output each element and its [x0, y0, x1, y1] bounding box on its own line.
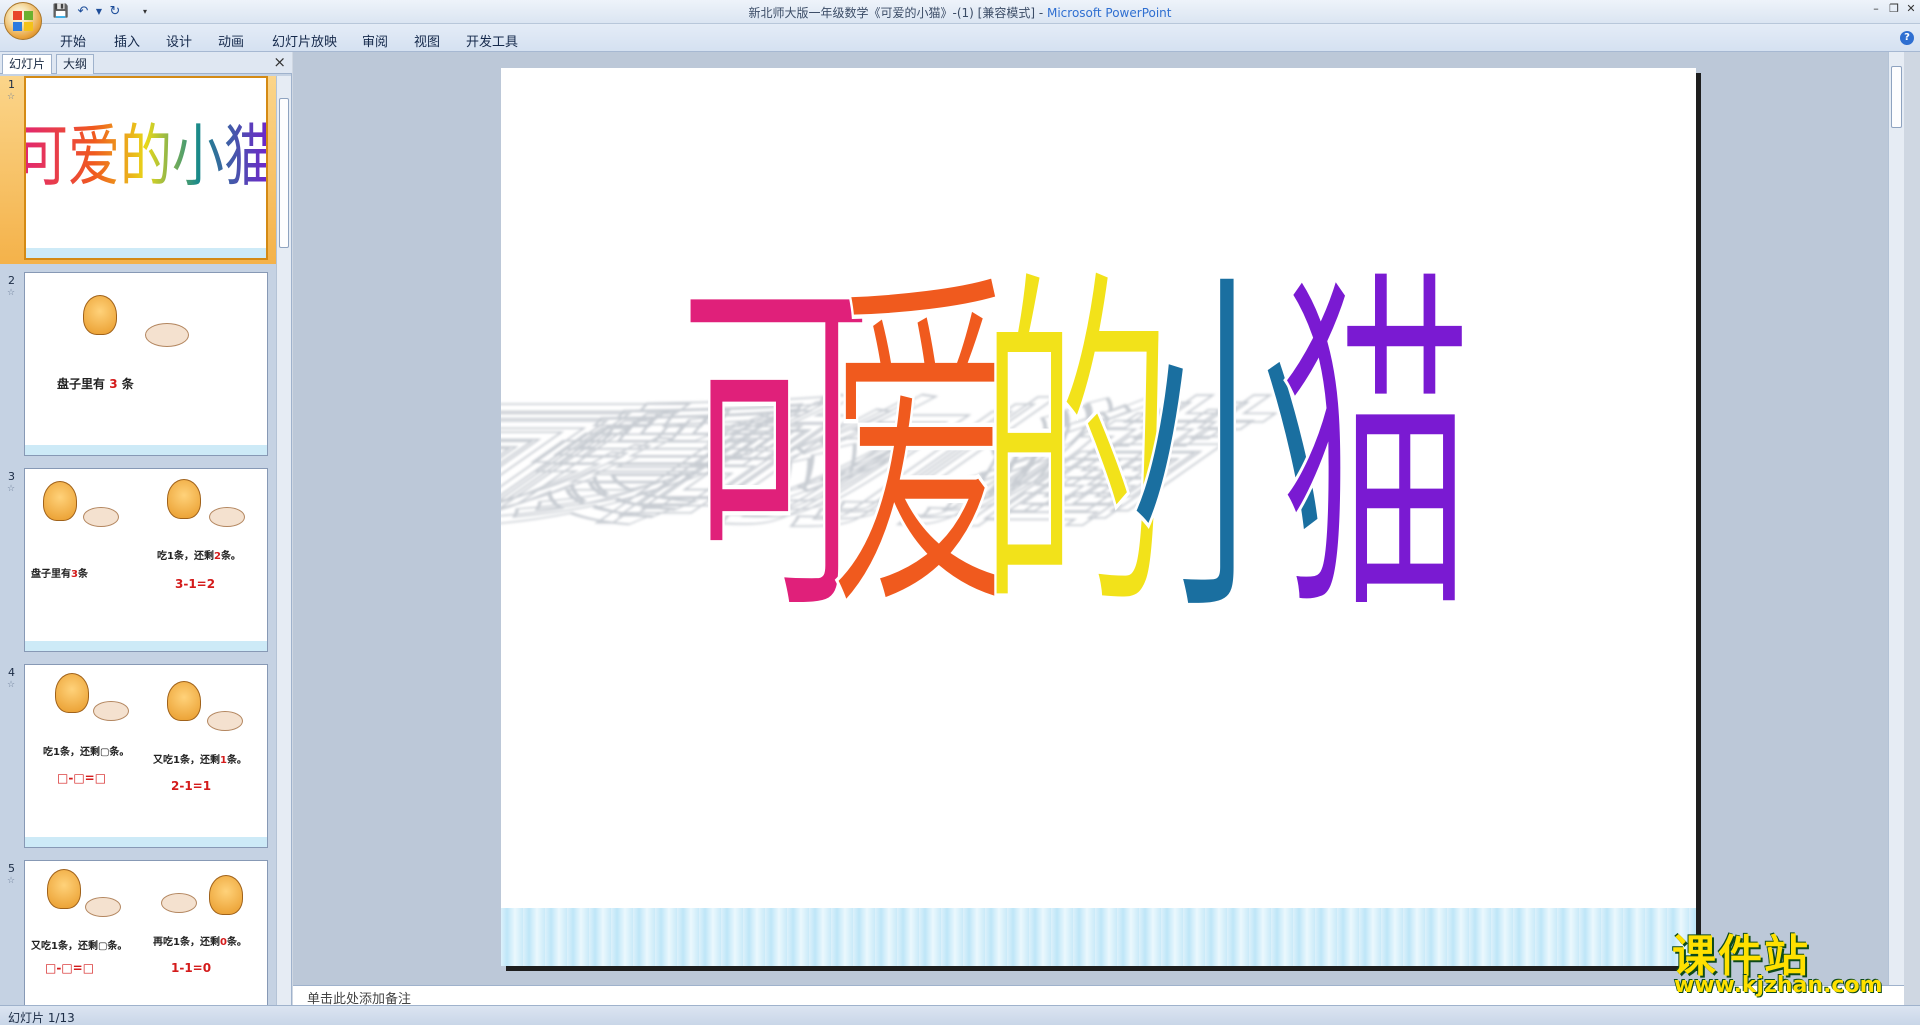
thumbnail-text: 又吃1条，还剩▢条。 — [31, 941, 128, 952]
wordart-title[interactable]: 可可可爱爱爱的的的小小小猫猫猫 可爱的小猫 — [501, 68, 1696, 966]
thumbnail-equation: 3-1=2 — [175, 577, 216, 591]
status-bar: 幻灯片 1/13 — [0, 1005, 1920, 1025]
redo-icon[interactable]: ↻ — [106, 3, 124, 21]
slide-thumbnail[interactable]: 吃1条，还剩▢条。 □-□=□ 又吃1条，还剩1条。 2-1=1 — [24, 664, 268, 848]
thumbnail-text: 又吃1条，还剩1条。 — [153, 755, 247, 766]
cat-icon — [167, 479, 201, 519]
thumbnail-item[interactable]: 3 ☆ 盘子里有3条 吃1条，还剩2条。 3-1=2 — [0, 468, 276, 656]
tab-developer[interactable]: 开发工具 — [466, 31, 518, 50]
restore-icon[interactable]: ❐ — [1886, 2, 1902, 16]
animation-star-icon: ☆ — [7, 680, 16, 690]
thumbnail-band — [25, 641, 267, 651]
thumbnail-band — [25, 445, 267, 455]
minimize-icon[interactable]: – — [1868, 2, 1884, 16]
thumbnail-title-art: 可爱的小猫 — [26, 118, 266, 196]
thumbnail-text: 盘子里有3条 — [31, 569, 88, 580]
thumbnail-text: 吃1条，还剩▢条。 — [43, 747, 130, 758]
slide-footer-band — [501, 908, 1696, 966]
fish-plate-icon — [93, 701, 129, 721]
tab-slides[interactable]: 幻灯片 — [2, 54, 53, 74]
thumbnail-band — [25, 837, 267, 847]
fish-plate-icon — [83, 507, 119, 527]
thumbnail-equation: 1-1=0 — [171, 961, 212, 975]
slide-number: 2 — [8, 274, 15, 287]
thumbnail-text: 吃1条，还剩2条。 — [157, 551, 241, 562]
thumbnail-item[interactable]: 5 ☆ 又吃1条，还剩▢条。 □-□=□ 再吃1条，还剩0条。 1-1=0 — [0, 860, 276, 1005]
animation-star-icon: ☆ — [7, 876, 16, 886]
fish-plate-icon — [209, 507, 245, 527]
thumbnail-scrollbar[interactable] — [276, 76, 291, 1005]
notes-placeholder[interactable]: 单击此处添加备注 — [307, 988, 411, 1005]
office-logo-icon — [13, 11, 33, 31]
cat-icon — [83, 295, 117, 335]
scrollbar-thumb[interactable] — [1891, 66, 1902, 128]
customize-toolbar-icon[interactable]: ▾ — [136, 3, 154, 21]
thumbnail-item[interactable]: 4 ☆ 吃1条，还剩▢条。 □-□=□ 又吃1条，还剩1条。 2-1=1 — [0, 664, 276, 852]
fish-plate-icon — [207, 711, 243, 731]
slides-pane: 幻灯片 大纲 × 1 ☆ 可爱的小猫 2 ☆ 盘子里有 3 条 3 ☆ 盘子里有… — [0, 52, 292, 1005]
office-button[interactable] — [4, 2, 42, 40]
thumbnail-item[interactable]: 1 ☆ 可爱的小猫 — [0, 76, 276, 264]
tab-outline[interactable]: 大纲 — [56, 54, 95, 74]
title-bar: 新北师大版一年级数学《可爱的小猫》-(1) [兼容模式] - Microsoft… — [0, 0, 1920, 24]
tab-insert[interactable]: 插入 — [114, 31, 140, 50]
tab-review[interactable]: 审阅 — [362, 31, 388, 50]
cat-icon — [43, 481, 77, 521]
wordart-char: 猫 — [1278, 240, 1473, 662]
save-icon[interactable]: 💾 — [52, 3, 70, 21]
slide-number: 1 — [8, 78, 15, 91]
tab-view[interactable]: 视图 — [414, 31, 440, 50]
animation-star-icon: ☆ — [7, 484, 16, 494]
fish-plate-icon — [145, 323, 189, 347]
thumbnail-item[interactable]: 2 ☆ 盘子里有 3 条 — [0, 272, 276, 460]
close-window-icon[interactable]: ✕ — [1903, 2, 1919, 16]
thumbnail-equation: □-□=□ — [45, 961, 95, 975]
powerpoint-window: 新北师大版一年级数学《可爱的小猫》-(1) [兼容模式] - Microsoft… — [0, 0, 1920, 1025]
cat-icon — [167, 681, 201, 721]
fish-plate-icon — [85, 897, 121, 917]
watermark-url: www.kjzhan.com — [1674, 973, 1883, 998]
tab-animations[interactable]: 动画 — [218, 31, 244, 50]
slide-number: 4 — [8, 666, 15, 679]
pane-tabs: 幻灯片 大纲 × — [0, 52, 292, 74]
help-icon[interactable]: ? — [1900, 31, 1914, 45]
slide-canvas[interactable]: 可可可爱爱爱的的的小小小猫猫猫 可爱的小猫 — [501, 68, 1696, 966]
close-pane-icon[interactable]: × — [273, 55, 286, 70]
slide-thumbnail[interactable]: 又吃1条，还剩▢条。 □-□=□ 再吃1条，还剩0条。 1-1=0 — [24, 860, 268, 1005]
site-watermark: 课件站 www.kjzhan.com — [1664, 920, 1914, 1000]
slide-number: 5 — [8, 862, 15, 875]
thumbnail-equation: 2-1=1 — [171, 779, 212, 793]
thumbnail-equation: □-□=□ — [57, 771, 107, 785]
app-name: Microsoft PowerPoint — [1046, 6, 1172, 20]
thumbnail-list: 1 ☆ 可爱的小猫 2 ☆ 盘子里有 3 条 3 ☆ 盘子里有3条 吃1条，还剩… — [0, 76, 276, 1005]
window-title: 新北师大版一年级数学《可爱的小猫》-(1) [兼容模式] - Microsoft… — [0, 4, 1920, 21]
wordart-characters: 可爱的小猫 — [677, 238, 1475, 663]
document-title: 新北师大版一年级数学《可爱的小猫》-(1) [兼容模式] - — [748, 6, 1047, 20]
animation-star-icon: ☆ — [7, 92, 16, 102]
ribbon-tabs: 开始 插入 设计 动画 幻灯片放映 审阅 视图 开发工具 ? — [0, 24, 1920, 52]
slide-scrollbar[interactable] — [1888, 52, 1904, 985]
tab-slideshow[interactable]: 幻灯片放映 — [272, 31, 337, 50]
cat-icon — [55, 673, 89, 713]
empty-plate-icon — [161, 893, 197, 913]
thumbnail-title-text: 可爱的小猫 — [26, 118, 266, 196]
animation-star-icon: ☆ — [7, 288, 16, 298]
slide-counter: 幻灯片 1/13 — [8, 1011, 75, 1025]
scrollbar-thumb[interactable] — [279, 98, 289, 248]
slide-thumbnail[interactable]: 盘子里有 3 条 — [24, 272, 268, 456]
slide-thumbnail[interactable]: 盘子里有3条 吃1条，还剩2条。 3-1=2 — [24, 468, 268, 652]
notes-pane[interactable]: 单击此处添加备注 — [293, 985, 1904, 1005]
cat-icon — [209, 875, 243, 915]
slide-thumbnail[interactable]: 可爱的小猫 — [24, 76, 268, 260]
tab-home[interactable]: 开始 — [60, 31, 86, 50]
thumbnail-band — [26, 248, 266, 258]
cat-icon — [47, 869, 81, 909]
thumbnail-text: 再吃1条，还剩0条。 — [153, 937, 247, 948]
slide-number: 3 — [8, 470, 15, 483]
tab-design[interactable]: 设计 — [166, 31, 192, 50]
thumbnail-text: 盘子里有 3 条 — [57, 377, 134, 391]
slide-workspace: 可可可爱爱爱的的的小小小猫猫猫 可爱的小猫 — [293, 52, 1904, 985]
